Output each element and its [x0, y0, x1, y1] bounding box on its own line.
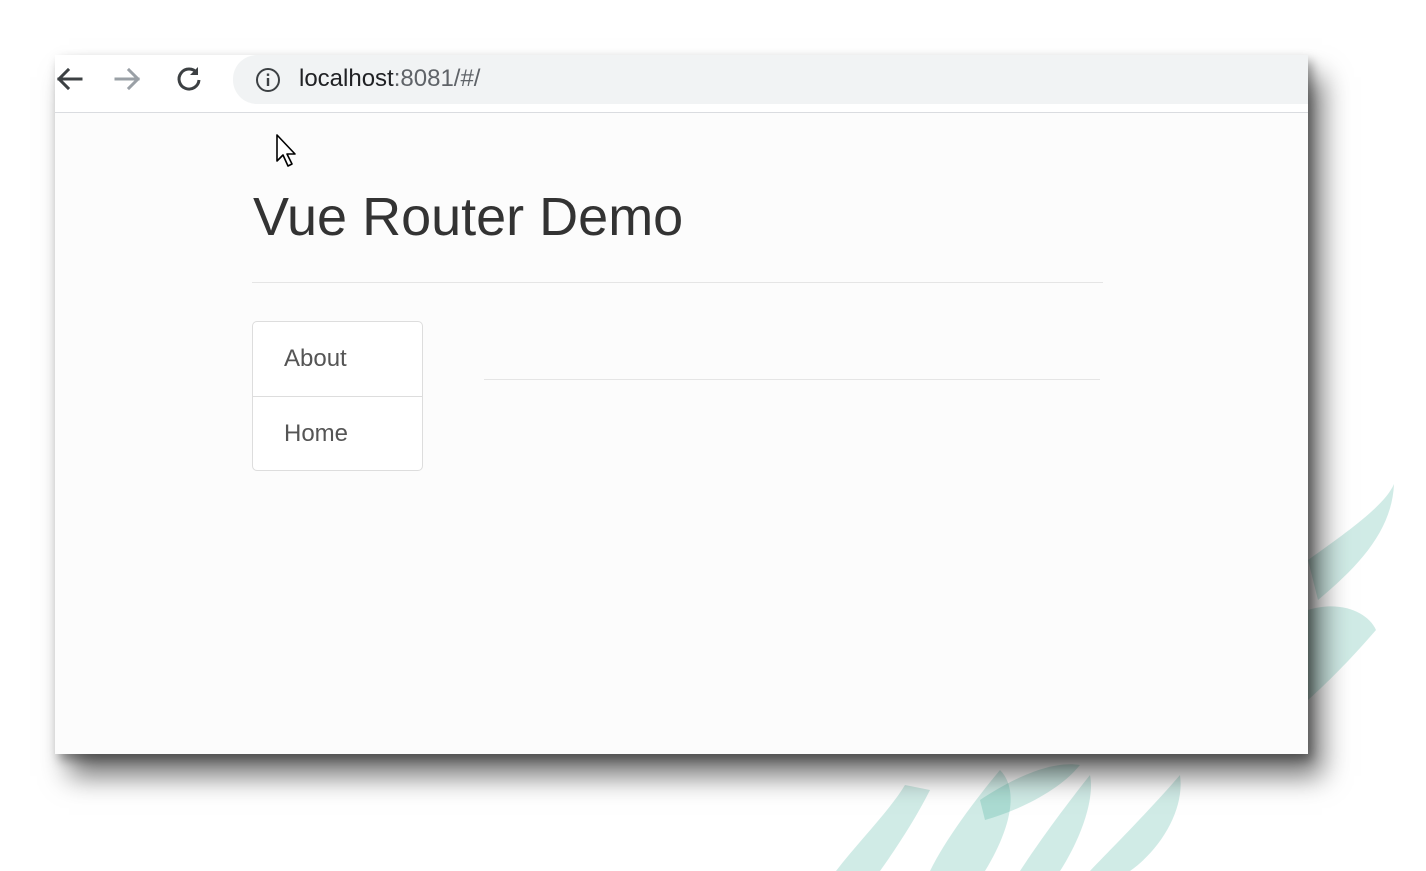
back-button[interactable] [49, 63, 89, 95]
page-title: Vue Router Demo [253, 187, 684, 247]
forward-button[interactable] [108, 63, 148, 95]
browser-window: localhost:8081/#/ Vue Router Demo About … [55, 55, 1308, 754]
url-host: localhost [299, 65, 394, 92]
nav-link-home[interactable]: Home [253, 396, 422, 470]
router-view-divider [484, 379, 1100, 380]
arrow-left-icon [56, 67, 83, 91]
browser-toolbar: localhost:8081/#/ [55, 55, 1308, 113]
url-text[interactable]: localhost:8081/#/ [299, 64, 480, 94]
nav-link-about[interactable]: About [253, 322, 422, 396]
reload-icon [177, 67, 201, 91]
screenshot-stage: localhost:8081/#/ Vue Router Demo About … [0, 0, 1426, 871]
address-bar[interactable]: localhost:8081/#/ [233, 55, 1308, 104]
page-content: Vue Router Demo About Home [55, 113, 1308, 754]
reload-button[interactable] [169, 63, 209, 95]
info-icon[interactable] [255, 67, 281, 93]
title-divider [252, 282, 1103, 283]
nav-list: About Home [252, 321, 423, 471]
mouse-cursor-icon [276, 134, 296, 167]
url-path: :8081/#/ [393, 65, 481, 92]
arrow-right-icon [114, 67, 141, 91]
